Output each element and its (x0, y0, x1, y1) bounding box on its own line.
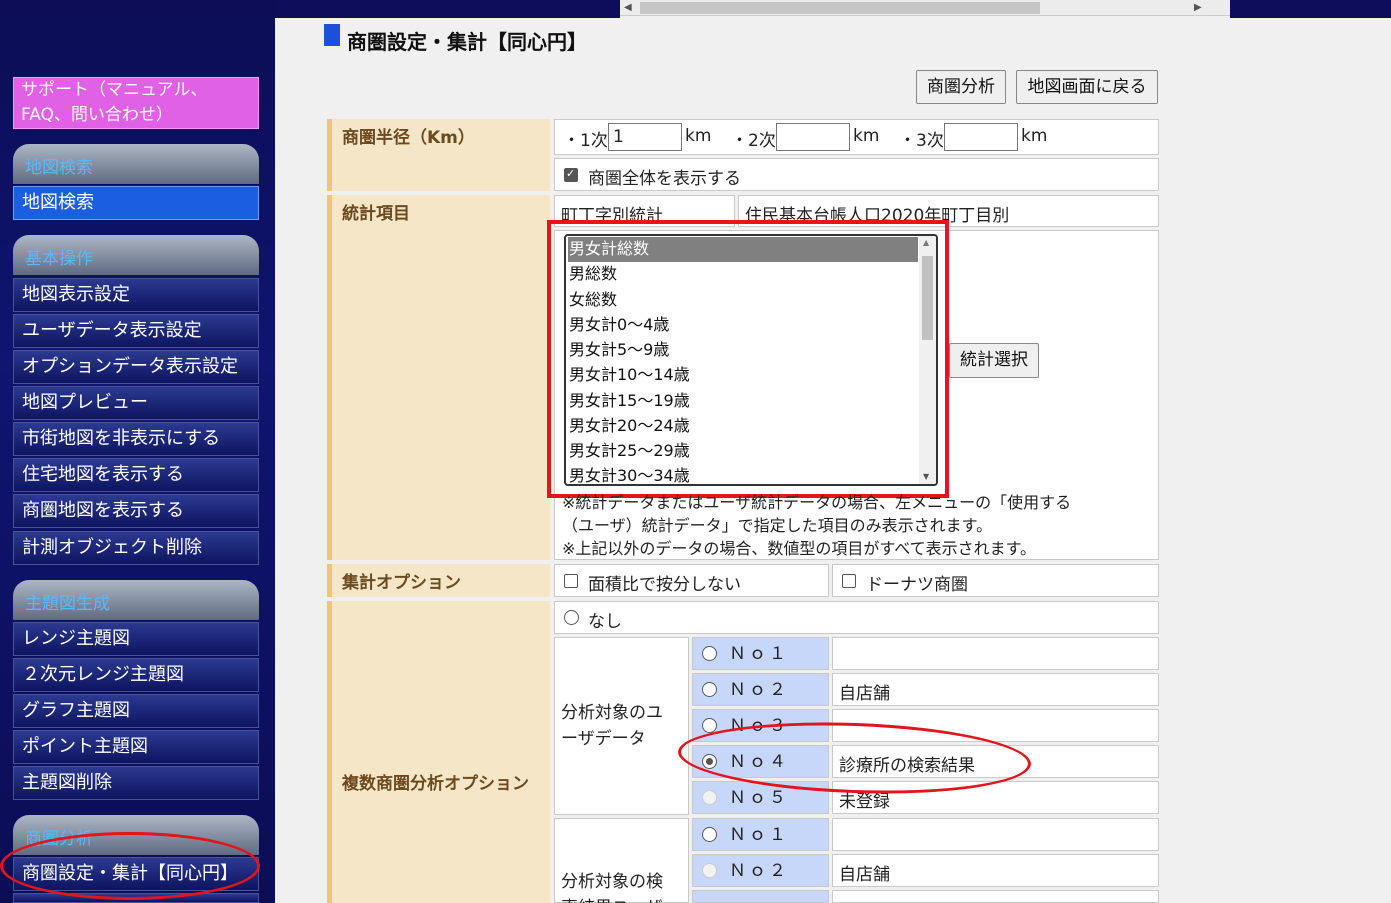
sidebar-item-show-house-map[interactable]: 住宅地図を表示する (13, 458, 259, 492)
user-no1-value-cell (832, 637, 1159, 670)
search-no1-radio[interactable] (702, 827, 717, 842)
donut-checkbox[interactable] (842, 574, 856, 588)
sidebar-item-2d-range-theme[interactable]: ２次元レンジ主題図 (13, 658, 259, 692)
donut-label: ドーナツ商圏 (866, 575, 968, 595)
search-label: 分析対象の検索結果ユーザ (561, 872, 663, 903)
search-no1-label: Ｎｏ１ (729, 825, 789, 845)
sidebar-item-range-theme[interactable]: レンジ主題図 (13, 622, 259, 656)
sidebar-item-option-data-display[interactable]: オプションデータ表示設定 (13, 350, 259, 384)
multi-options-label: 複数商圏分析オプション (327, 601, 550, 903)
sidebar-item-show-trade-map[interactable]: 商圏地図を表示する (13, 494, 259, 528)
none-cell: なし (554, 601, 1159, 634)
sidebar-item-map-preview[interactable]: 地図プレビュー (13, 386, 259, 420)
r2-label: ・2次 (731, 131, 776, 151)
section-theme-map: 主題図生成 (13, 580, 259, 620)
sidebar-item-user-data-display[interactable]: ユーザデータ表示設定 (13, 314, 259, 348)
user-no2-radio[interactable] (702, 682, 717, 697)
user-no1-radio[interactable] (702, 646, 717, 661)
r3-unit: km (1021, 126, 1048, 146)
search-no2-radio[interactable] (702, 863, 717, 878)
scroll-right-icon[interactable]: ▶ (1194, 2, 1202, 13)
sidebar-item-graph-theme[interactable]: グラフ主題図 (13, 694, 259, 728)
search-no3-cell (692, 890, 829, 903)
no-area-ratio-checkbox[interactable] (564, 574, 578, 588)
back-to-map-button[interactable]: 地図画面に戻る (1016, 70, 1158, 104)
sidebar: サポート（マニュアル、FAQ、問い合わせ） 地図検索 地図検索 基本操作 地図表… (0, 0, 275, 903)
radius-cell: ・1次 1 km ・2次 km ・3次 km (554, 119, 1159, 155)
user-no1-cell: Ｎｏ１ (692, 637, 829, 670)
stats-note-1: ※統計データまたはユーザ統計データの場合、左メニューの「使用する (562, 493, 1072, 512)
sidebar-item-delete-measure[interactable]: 計測オブジェクト削除 (13, 531, 259, 565)
r2-input[interactable] (776, 123, 850, 151)
scroll-thumb[interactable] (640, 2, 1040, 14)
horizontal-scrollbar[interactable]: ◀ ▶ (620, 0, 1230, 16)
show-all-checkbox[interactable] (564, 167, 578, 182)
radius-label: 商圏半径（Km） (327, 119, 550, 191)
sidebar-item-hide-city-map[interactable]: 市街地図を非表示にする (13, 422, 259, 456)
none-radio[interactable] (564, 610, 579, 625)
r1-input[interactable]: 1 (608, 123, 682, 151)
search-no2-value: 自店舗 (839, 865, 890, 885)
agg-options-label: 集計オプション (327, 564, 550, 597)
scroll-left-icon[interactable]: ◀ (624, 2, 632, 13)
r1-label: ・1次 (563, 131, 608, 151)
show-all-cell: 商圏全体を表示する (554, 158, 1159, 191)
show-all-label: 商圏全体を表示する (588, 169, 741, 189)
user-data-label: 分析対象のユーザデータ (561, 703, 663, 749)
stats-note-3: ※上記以外のデータの場合、数値型の項目がすべて表示されます。 (562, 539, 1037, 558)
title-marker (324, 24, 340, 46)
search-no1-value-cell (832, 818, 1159, 851)
stats-note-2: （ユーザ）統計データ」で指定した項目のみ表示されます。 (562, 516, 993, 535)
user-no2-cell: Ｎｏ２ (692, 673, 829, 706)
donut-cell: ドーナツ商圏 (832, 564, 1159, 597)
sidebar-item-delete-theme[interactable]: 主題図削除 (13, 766, 259, 800)
sidebar-highlight-oval-annotation (0, 832, 260, 900)
user-no5-radio[interactable] (702, 790, 717, 805)
r1-unit: km (685, 126, 712, 146)
sidebar-item-map-display[interactable]: 地図表示設定 (13, 278, 259, 312)
highlight-rect-annotation (547, 220, 949, 498)
none-label: なし (588, 612, 622, 632)
trade-analysis-button[interactable]: 商圏分析 (916, 70, 1006, 104)
stats-label: 統計項目 (327, 195, 550, 560)
user-no1-label: Ｎｏ１ (729, 644, 789, 664)
user-no2-value-cell: 自店舗 (832, 673, 1159, 706)
search-no2-cell: Ｎｏ２ (692, 854, 829, 887)
search-no3-value-cell (832, 890, 1159, 903)
sidebar-item-point-theme[interactable]: ポイント主題図 (13, 730, 259, 764)
sidebar-item-map-search[interactable]: 地図検索 (13, 186, 259, 220)
select-stat-button[interactable]: 統計選択 (949, 343, 1039, 378)
user-no2-value: 自店舗 (839, 684, 890, 704)
section-basic-ops: 基本操作 (13, 235, 259, 275)
search-no2-value-cell: 自店舗 (832, 854, 1159, 887)
section-map-search: 地図検索 (13, 144, 259, 184)
user-data-label-cell: 分析対象のユーザデータ (554, 637, 689, 815)
no-area-ratio-cell: 面積比で按分しない (554, 564, 829, 597)
page-title: 商圏設定・集計【同心円】 (347, 30, 587, 54)
top-bar-right (1230, 0, 1391, 18)
search-label-cell: 分析対象の検索結果ユーザ (554, 818, 689, 903)
search-no2-label: Ｎｏ２ (729, 861, 789, 881)
r2-unit: km (853, 126, 880, 146)
search-no1-cell: Ｎｏ１ (692, 818, 829, 851)
r3-input[interactable] (944, 123, 1018, 151)
main-content: 商圏設定・集計【同心円】 商圏分析 地図画面に戻る 商圏半径（Km） ・1次 1… (275, 18, 1391, 903)
r3-label: ・3次 (899, 131, 944, 151)
user-no2-label: Ｎｏ２ (729, 680, 789, 700)
no-area-ratio-label: 面積比で按分しない (588, 575, 741, 595)
support-link[interactable]: サポート（マニュアル、FAQ、問い合わせ） (13, 77, 259, 129)
